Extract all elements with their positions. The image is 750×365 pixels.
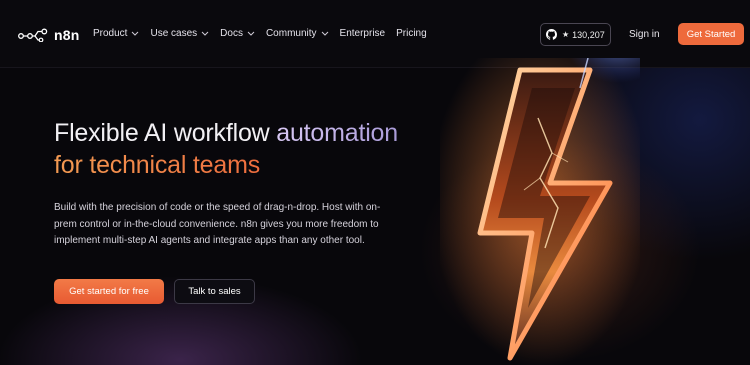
nav-item-use-cases[interactable]: Use cases <box>150 28 209 39</box>
star-icon: ★ <box>562 30 570 39</box>
nav-item-enterprise[interactable]: Enterprise <box>340 28 386 39</box>
get-started-free-button[interactable]: Get started for free <box>54 279 164 304</box>
nav-label: Enterprise <box>339 28 386 39</box>
hero-headline: Flexible AI workflow automation for tech… <box>54 117 398 181</box>
header-get-started-button[interactable]: Get Started <box>678 23 744 45</box>
lightning-bolt-illustration <box>440 58 640 365</box>
hero-description: Build with the precision of code or the … <box>54 202 381 246</box>
chevron-down-icon <box>132 31 139 36</box>
github-star-count: 130,207 <box>572 29 605 40</box>
github-icon <box>546 29 557 40</box>
n8n-logo[interactable]: n8n <box>18 27 80 43</box>
brand-name: n8n <box>54 27 80 43</box>
nav-item-community[interactable]: Community <box>266 28 329 39</box>
nav-label: Docs <box>220 28 243 39</box>
nav-label: Community <box>265 28 317 39</box>
talk-to-sales-button[interactable]: Talk to sales <box>174 279 255 304</box>
nav-label: Use cases <box>150 28 198 39</box>
chevron-down-icon <box>321 31 328 36</box>
nav-label: Product <box>93 28 128 39</box>
sign-in-link[interactable]: Sign in <box>629 29 660 40</box>
page: n8n Product Use cases Docs Community Ent… <box>0 0 750 365</box>
nav-label: Pricing <box>396 28 427 39</box>
nav-item-product[interactable]: Product <box>93 28 139 39</box>
main-nav: Product Use cases Docs Community Enterpr… <box>93 28 438 39</box>
chevron-down-icon <box>247 31 255 36</box>
nav-item-docs[interactable]: Docs <box>220 28 255 39</box>
headline-part-white: Flexible AI workflow <box>54 119 277 147</box>
chevron-down-icon <box>201 31 209 36</box>
headline-line-2: for technical teams <box>54 151 261 179</box>
github-stars-button[interactable]: ★ 130,207 <box>540 23 611 46</box>
headline-part-accent: automation <box>276 119 398 147</box>
nav-item-pricing[interactable]: Pricing <box>396 28 427 39</box>
n8n-logo-icon <box>18 28 48 42</box>
